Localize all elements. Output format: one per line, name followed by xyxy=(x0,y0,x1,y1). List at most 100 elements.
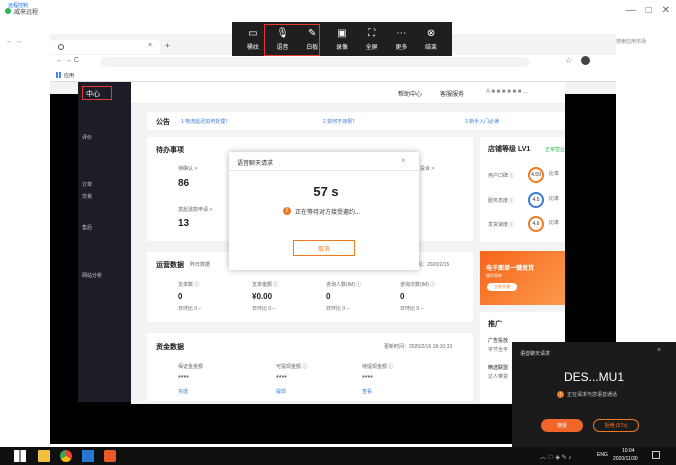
notif-title: 语音聊天请求 xyxy=(520,351,551,357)
minimize-button[interactable]: — xyxy=(626,5,636,16)
browser-tab[interactable] xyxy=(50,40,160,54)
ops-title: 运营数据 xyxy=(156,262,184,269)
funds-label: 保证金金额 xyxy=(178,364,204,370)
file-explorer-icon[interactable] xyxy=(38,450,50,462)
promote-title: 推广 xyxy=(488,321,502,328)
app-sidebar xyxy=(78,82,131,402)
remote-app-icon[interactable] xyxy=(104,450,116,462)
accept-button[interactable]: 接受 xyxy=(541,419,583,432)
sidebar-item-reviews[interactable]: 评价 xyxy=(82,134,92,141)
ops-metric-label: 咨询人数(IM) ⓘ xyxy=(326,282,362,288)
toolbar-label: 桶纹 xyxy=(246,44,259,51)
ops-metric-value: 0 xyxy=(326,292,331,301)
sidebar-item-trade[interactable]: 交易 xyxy=(82,193,92,200)
sidebar-item-analysis[interactable]: 网站分析 xyxy=(82,272,102,279)
notif-close-icon[interactable]: × xyxy=(657,347,661,354)
todo-complaint-label[interactable]: 投诉 > xyxy=(420,165,434,172)
dialog-countdown: 57 s xyxy=(313,184,339,199)
shop-status: 正常营业 xyxy=(545,147,566,153)
window-controls: — □ ✕ xyxy=(626,5,670,16)
promote-item: 达人带货 xyxy=(488,374,509,380)
app-icon[interactable] xyxy=(82,450,94,462)
ops-metric-label: 咨询次数(IM) ⓘ xyxy=(400,282,436,288)
ops-metric-sub: 日环比 0 -- xyxy=(252,306,276,312)
sidebar-item-orders[interactable]: 订单 xyxy=(82,181,92,188)
dialog-close-icon[interactable]: × xyxy=(401,156,406,165)
ops-metric-sub: 日环比 0 -- xyxy=(178,306,202,312)
sidebar-item-center[interactable]: 中心 xyxy=(82,86,112,100)
notice-item[interactable]: 3 新手入门必读 xyxy=(465,118,499,125)
warning-icon: ! xyxy=(283,207,291,215)
level-metric-label: 发货速度 ⓘ xyxy=(488,222,515,228)
toolbar-label: 全屏 xyxy=(365,44,378,51)
outer-title-bar xyxy=(0,0,676,22)
notice-item[interactable]: 2 如何不违规？ xyxy=(323,118,357,125)
fullscreen-button[interactable]: ⛶ 全屏 xyxy=(359,28,385,51)
sidebar-item-aftersale[interactable]: 售后 xyxy=(82,224,92,231)
ops-metric-value: 0 xyxy=(400,292,405,301)
input-language[interactable]: ENG xyxy=(597,452,608,458)
notice-item[interactable]: 1 物流延迟如何处理？ xyxy=(181,118,230,125)
browser-nav-icon[interactable]: ← → C xyxy=(56,57,79,64)
tab-close-icon[interactable]: × xyxy=(148,42,152,49)
remote-tab-label[interactable]: 远程控制 xyxy=(8,2,28,9)
user-account[interactable]: A ■ ■ ■ ■ ■ ■ ... xyxy=(486,89,528,95)
profile-avatar-icon[interactable] xyxy=(581,56,590,65)
chrome-icon[interactable] xyxy=(60,450,72,462)
camera-icon: ▣ xyxy=(337,28,347,39)
funds-link[interactable]: 充值 xyxy=(178,388,188,395)
ops-metric-value: ¥0.00 xyxy=(252,292,273,301)
more-button[interactable]: ⋯ 更多 xyxy=(388,28,414,51)
ops-metric-sub: 日环比 0 -- xyxy=(326,306,350,312)
record-button[interactable]: ▣ 录像 xyxy=(329,28,355,51)
back-arrow-icon[interactable]: ← → xyxy=(6,38,22,45)
new-tab-icon[interactable]: + xyxy=(165,41,170,50)
ops-metric-label: 支单金额 ⓘ xyxy=(252,282,279,288)
funds-link[interactable]: 查看 xyxy=(362,388,372,395)
taskbar xyxy=(0,447,676,465)
promote-item[interactable]: 精选联盟 xyxy=(488,364,508,371)
help-center-link[interactable]: 帮助中心 xyxy=(398,89,422,98)
warning-icon: ! xyxy=(557,391,564,398)
todo-confirm-label[interactable]: 待确认 > xyxy=(178,165,197,172)
reject-button[interactable]: 拒绝 (57s) xyxy=(593,419,639,432)
funds-link[interactable]: 提现 xyxy=(276,388,286,395)
apps-bookmark[interactable]: 应用 xyxy=(64,72,74,79)
maximize-button[interactable]: □ xyxy=(646,5,652,16)
clock-date[interactable]: 2020/11/30 xyxy=(613,456,638,462)
shop-level-title: 店铺等级 LV1 xyxy=(488,146,531,153)
level-score-ring: 4.5 xyxy=(528,192,544,208)
customer-service-link[interactable]: 客服服务 xyxy=(440,89,464,98)
toolbar-label: 更多 xyxy=(395,44,408,51)
level-score-ring: 4.59 xyxy=(528,167,544,183)
level-metric-label: 服务态度 ⓘ xyxy=(488,198,515,204)
screen-button[interactable]: ▭ 桶纹 xyxy=(240,28,266,51)
level-metric-label: 用户口碑 ⓘ xyxy=(488,173,515,179)
end-session-button[interactable]: ⊗ 结束 xyxy=(418,28,444,51)
caller-device: DES...MU1 xyxy=(563,370,624,384)
side-search-label[interactable]: 搜索应用市场 xyxy=(616,38,646,45)
level-score-ring: 4.6 xyxy=(528,216,544,232)
address-bar[interactable] xyxy=(100,57,530,67)
promote-item[interactable]: 广告投放 xyxy=(488,337,508,344)
todo-refund-label[interactable]: 发起退款申请 > xyxy=(178,206,212,213)
promo-button[interactable]: 立即开通 xyxy=(487,283,517,291)
funds-value: **** xyxy=(362,375,373,382)
notif-message: 正在请求与您语音通话 xyxy=(567,392,618,398)
notification-center-icon[interactable] xyxy=(652,451,660,459)
level-metric-note: 比率 xyxy=(549,220,560,226)
screen-icon: ▭ xyxy=(248,28,258,39)
start-icon[interactable] xyxy=(14,450,26,462)
apps-grid-icon xyxy=(56,72,62,78)
funds-updated: 更新时间：2020/2/16 18:10:33 xyxy=(384,344,453,350)
screen: 威来远程 — □ ✕ 远程控制 ← → × + ← → C ☆ 应用 搜索应用市… xyxy=(0,0,676,465)
close-button[interactable]: ✕ xyxy=(662,5,670,16)
ops-metric-sub: 日环比 0 -- xyxy=(400,306,424,312)
ops-subtitle: 昨日数据 xyxy=(190,262,211,268)
todo-title: 待办事项 xyxy=(156,147,184,154)
clock-time[interactable]: 10:04 xyxy=(622,448,635,454)
tray-icons[interactable]: ︿ ☁ ◈ ✎ ♪ xyxy=(540,452,571,461)
bookmark-star-icon[interactable]: ☆ xyxy=(565,56,572,65)
cancel-button[interactable]: 取消 xyxy=(293,240,355,256)
promo-title: 电子面单一键发货 xyxy=(486,266,535,272)
